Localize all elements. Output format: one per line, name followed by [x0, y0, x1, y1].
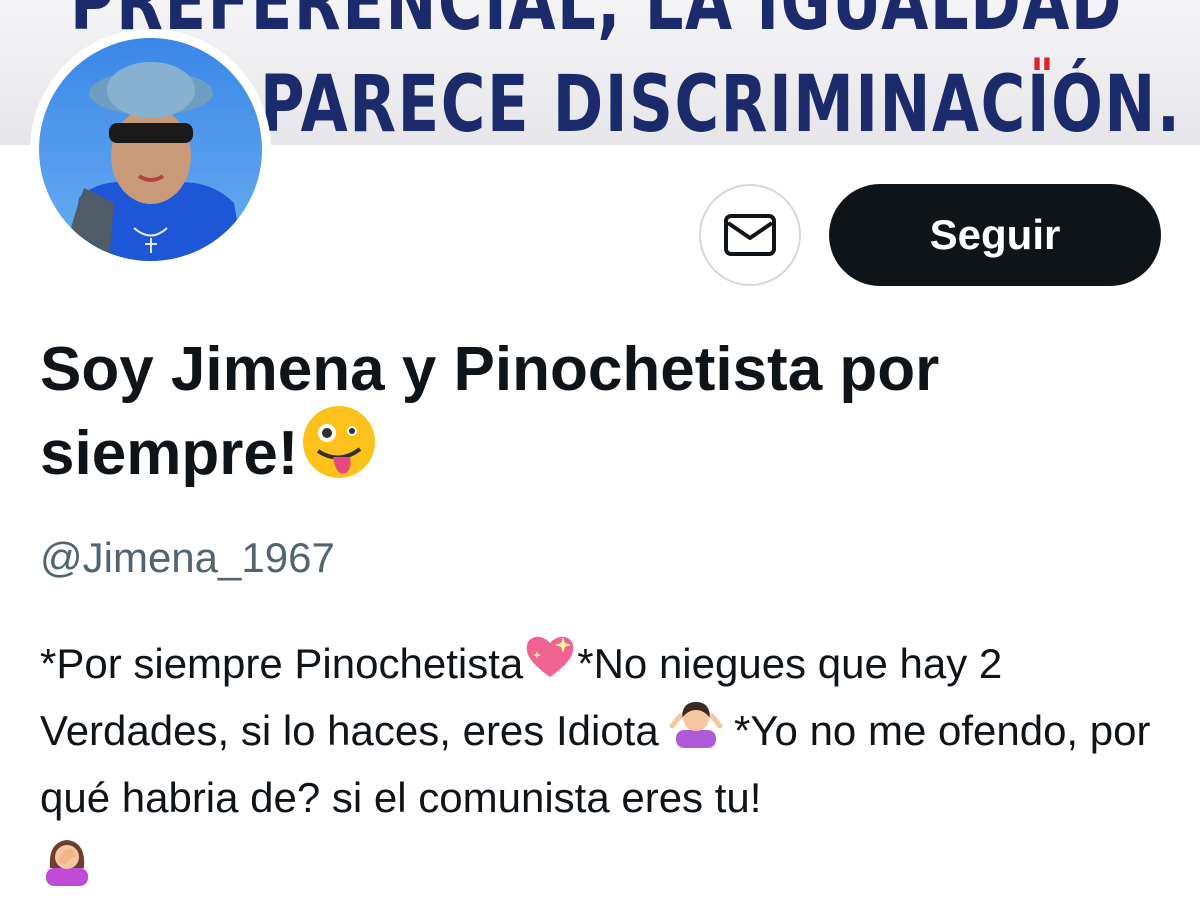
follow-button[interactable]: Seguir [829, 184, 1161, 286]
profile-bio: *Por siempre Pinochetista *No niegues qu… [40, 632, 1160, 904]
banner-line-1: PREFERENCIAL, LA IGUALDAD [70, 0, 1123, 48]
avatar[interactable] [39, 38, 262, 261]
display-name-text: Soy Jimena y Pinochetista por siempre! [40, 335, 940, 488]
message-button[interactable] [699, 184, 801, 286]
banner-quote-mark: " [1030, 48, 1056, 102]
bio-part-1: *Por siempre Pinochetista [40, 640, 524, 687]
zany-face-icon [298, 405, 378, 503]
person-shrugging-icon [669, 701, 723, 766]
follow-button-label: Seguir [929, 211, 1061, 258]
woman-facepalming-icon [40, 830, 94, 904]
avatar-frame[interactable] [30, 29, 271, 270]
sparkling-heart-icon [523, 635, 577, 699]
user-handle[interactable]: @Jimena_1967 [40, 534, 335, 582]
avatar-image [39, 38, 262, 261]
envelope-icon [724, 214, 776, 256]
display-name: Soy Jimena y Pinochetista por siempre! [40, 328, 1140, 503]
